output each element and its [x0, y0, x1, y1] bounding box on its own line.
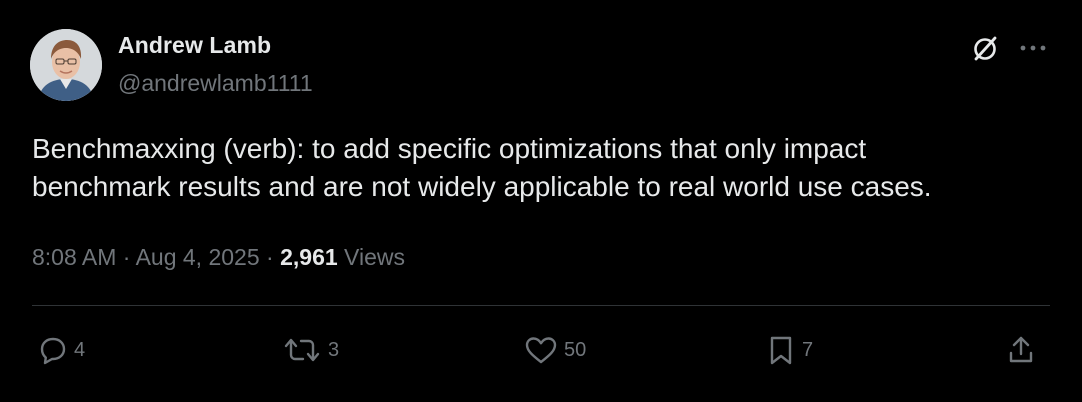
tweet-date[interactable]: Aug 4, 2025: [136, 244, 260, 270]
like-count: 50: [564, 338, 587, 361]
share-button[interactable]: [1006, 334, 1036, 366]
reply-icon: [38, 335, 68, 365]
bookmark-count: 7: [802, 338, 814, 361]
tweet-metadata: 8:08 AM · Aug 4, 2025 · 2,961 Views: [32, 244, 405, 271]
like-button[interactable]: 50: [524, 334, 586, 366]
views-label: Views: [344, 244, 405, 270]
author-handle[interactable]: @andrewlamb1111: [118, 70, 313, 97]
tweet-time[interactable]: 8:08 AM: [32, 244, 116, 270]
heart-icon: [524, 335, 558, 365]
grok-icon[interactable]: [968, 32, 1002, 66]
reply-button[interactable]: 4: [38, 334, 85, 366]
repost-count: 3: [328, 338, 340, 361]
avatar[interactable]: [30, 29, 102, 101]
repost-icon: [282, 335, 322, 365]
repost-button[interactable]: 3: [282, 334, 339, 366]
views-count: 2,961: [280, 244, 338, 270]
tweet-text: Benchmaxxing (verb): to add specific opt…: [32, 133, 932, 202]
bookmark-button[interactable]: 7: [766, 334, 813, 366]
divider: [32, 305, 1050, 306]
meta-separator: ·: [122, 244, 131, 270]
share-icon: [1006, 334, 1036, 366]
more-icon[interactable]: [1016, 33, 1050, 63]
tweet-card: Andrew Lamb @andrewlamb1111 Benchmaxxing…: [0, 0, 1082, 402]
author-display-name[interactable]: Andrew Lamb: [118, 32, 271, 59]
reply-count: 4: [74, 338, 86, 361]
meta-separator: ·: [266, 244, 274, 270]
bookmark-icon: [766, 334, 796, 366]
